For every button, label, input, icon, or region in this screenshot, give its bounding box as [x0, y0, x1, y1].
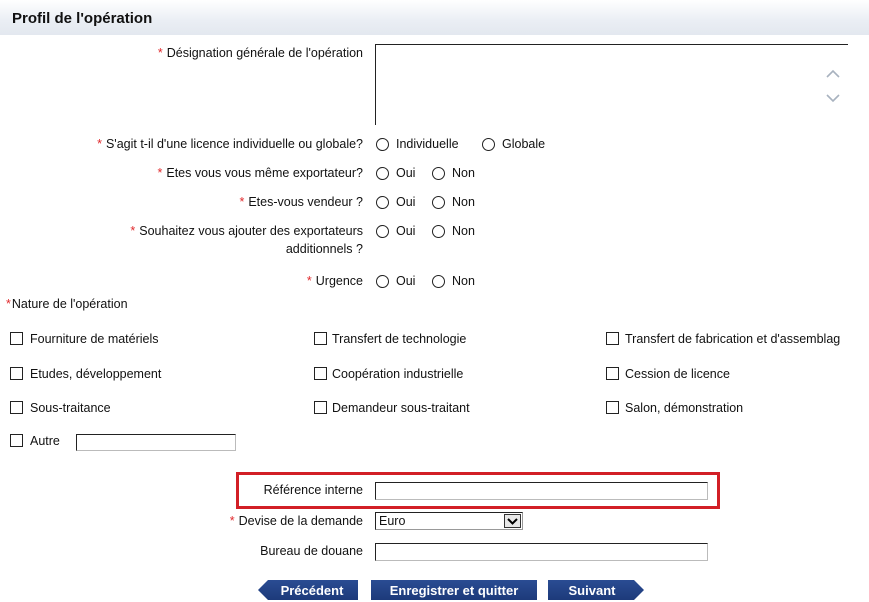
exportateur-oui-label: Oui — [396, 166, 416, 180]
ajout-oui-label: Oui — [396, 224, 416, 238]
exportateur-non-radio[interactable] — [432, 167, 445, 180]
devise-select-value: Euro — [379, 514, 406, 528]
scroll-up-icon[interactable] — [824, 67, 842, 81]
label-salon: Salon, démonstration — [625, 401, 744, 415]
bureau-input[interactable] — [375, 543, 708, 561]
licence-globale-label: Globale — [502, 137, 546, 151]
designation-label: * Désignation générale de l'opération — [157, 46, 363, 60]
label-cooperation: Coopération industrielle — [332, 367, 464, 381]
devise-dropdown-button[interactable] — [504, 514, 521, 528]
scroll-down-icon[interactable] — [824, 91, 842, 105]
reference-label: Référence interne — [263, 483, 363, 497]
vendeur-label: * Etes-vous vendeur ? — [239, 195, 363, 209]
ajout-exportateurs-label: * Souhaitez vous ajouter des exportateurs — [130, 224, 363, 238]
checkbox-fourniture[interactable] — [10, 332, 23, 345]
ajout-non-radio[interactable] — [432, 225, 445, 238]
checkbox-demandeur[interactable] — [314, 401, 327, 414]
label-autre: Autre — [30, 434, 60, 448]
label-cession: Cession de licence — [625, 367, 730, 381]
ajout-oui-radio[interactable] — [376, 225, 389, 238]
vendeur-oui-radio[interactable] — [376, 196, 389, 209]
exportateur-non-label: Non — [452, 166, 475, 180]
label-transfert-technologie: Transfert de technologie — [332, 332, 467, 346]
exportateur-label: * Etes vous vous même exportateur? — [157, 166, 364, 180]
label-transfert-fabrication: Transfert de fabrication et d'assemblag — [625, 332, 841, 346]
nature-label: *Nature de l'opération — [6, 297, 128, 311]
designation-textarea[interactable] — [375, 44, 848, 125]
previous-button[interactable]: Précédent — [258, 580, 358, 600]
vendeur-non-label: Non — [452, 195, 475, 209]
licence-globale-radio[interactable] — [482, 138, 495, 151]
exportateur-oui-radio[interactable] — [376, 167, 389, 180]
save-and-quit-button[interactable]: Enregistrer et quitter — [371, 580, 537, 600]
ajout-exportateurs-label-line2: additionnels ? — [285, 242, 363, 256]
next-button[interactable]: Suivant — [548, 580, 644, 600]
checkbox-etudes[interactable] — [10, 367, 23, 380]
reference-input[interactable] — [375, 482, 708, 500]
bureau-label: Bureau de douane — [260, 544, 363, 558]
devise-select[interactable]: Euro — [375, 512, 523, 530]
urgence-non-radio[interactable] — [432, 275, 445, 288]
chevron-down-icon — [507, 518, 518, 525]
licence-individuelle-label: Individuelle — [396, 137, 459, 151]
devise-label: * Devise de la demande — [229, 514, 363, 528]
licence-individuelle-radio[interactable] — [376, 138, 389, 151]
label-etudes: Etudes, développement — [30, 367, 162, 381]
checkbox-cooperation[interactable] — [314, 367, 327, 380]
vendeur-oui-label: Oui — [396, 195, 416, 209]
licence-label: * S'agit t-il d'une licence individuelle … — [97, 137, 363, 151]
checkbox-salon[interactable] — [606, 401, 619, 414]
urgence-non-label: Non — [452, 274, 475, 288]
urgence-oui-label: Oui — [396, 274, 416, 288]
checkbox-transfert-fabrication[interactable] — [606, 332, 619, 345]
checkbox-sous-traitance[interactable] — [10, 401, 23, 414]
textarea-scrollbar[interactable] — [818, 45, 848, 125]
section-title: Profil de l'opération — [12, 10, 153, 27]
checkbox-cession[interactable] — [606, 367, 619, 380]
label-fourniture: Fourniture de matériels — [30, 332, 159, 346]
checkbox-autre[interactable] — [10, 434, 23, 447]
checkbox-transfert-technologie[interactable] — [314, 332, 327, 345]
label-demandeur: Demandeur sous-traitant — [332, 401, 470, 415]
urgence-label: * Urgence — [306, 274, 363, 288]
ajout-non-label: Non — [452, 224, 475, 238]
label-sous-traitance: Sous-traitance — [30, 401, 111, 415]
autre-input[interactable] — [76, 434, 236, 451]
vendeur-non-radio[interactable] — [432, 196, 445, 209]
urgence-oui-radio[interactable] — [376, 275, 389, 288]
